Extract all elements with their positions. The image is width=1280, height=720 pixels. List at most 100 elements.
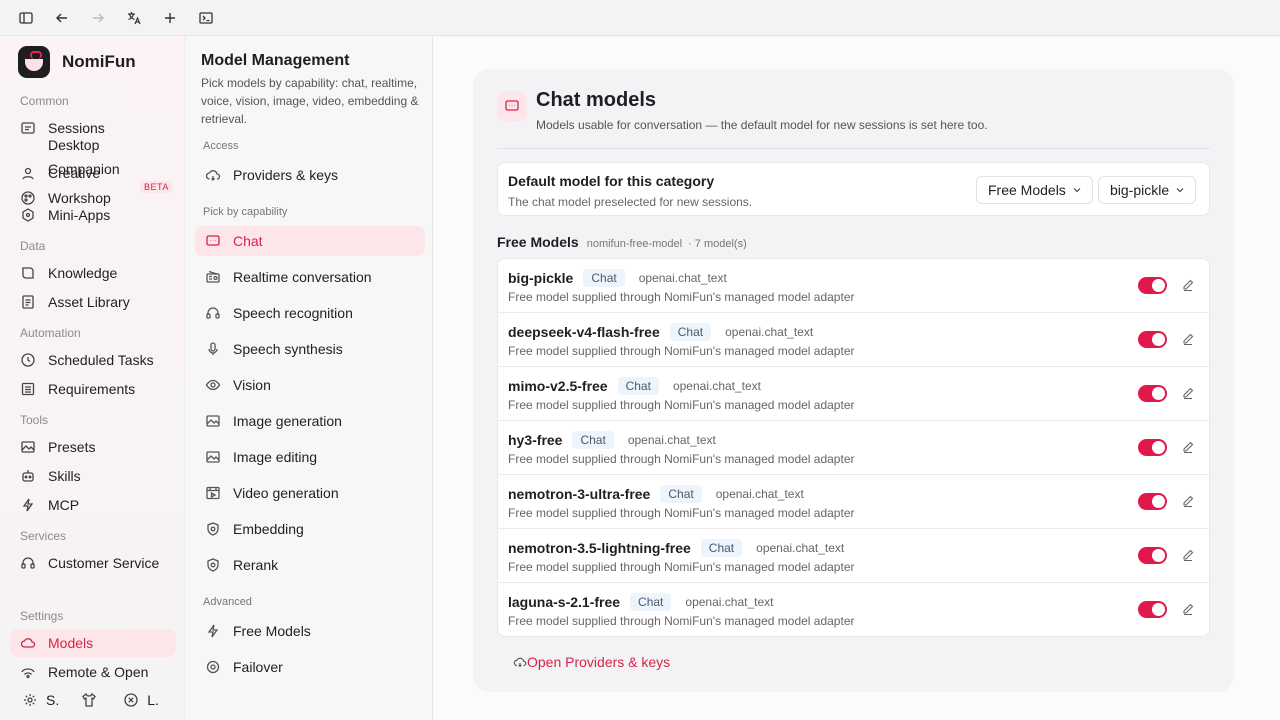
model-group-header: Free Models nomifun-free-model · 7 model… [497, 234, 747, 250]
model-name: big-pickle [508, 270, 574, 286]
pencil-edit-icon[interactable] [1181, 278, 1195, 292]
model-row: nemotron-3-ultra-free Chat openai.chat_tex… [498, 475, 1209, 529]
sidebar-item-models[interactable]: Models [10, 629, 176, 657]
model-name-line: big-pickle Chat openai.chat_text [508, 269, 727, 287]
nav-realtime[interactable]: Realtime conversation [205, 269, 372, 285]
sidebar-item-mcp[interactable]: MCP [20, 497, 79, 513]
model-name: deepseek-v4-flash-free [508, 324, 660, 340]
pencil-edit-icon[interactable] [1181, 548, 1195, 562]
model-management-panel: Model Management Pick models by capabili… [185, 37, 433, 720]
footer-label-l[interactable]: L. [147, 692, 159, 708]
sidebar-footer: S. L. [22, 692, 159, 708]
pencil-edit-icon[interactable] [1181, 602, 1195, 616]
cloud-sync-icon [513, 657, 527, 668]
sidebar-toggle-icon[interactable] [16, 8, 36, 28]
nav-image-generation[interactable]: Image generation [205, 413, 342, 429]
model-tag: Chat [669, 323, 712, 341]
section-settings: Settings [20, 609, 64, 623]
hexagon-icon [22, 208, 34, 222]
sidebar-item-workshop[interactable]: Workshop [20, 190, 111, 206]
model-name: hy3-free [508, 432, 563, 448]
model-row: big-pickle Chat openai.chat_text Free model… [498, 259, 1209, 313]
close-circle-icon[interactable] [123, 692, 139, 708]
nav-embedding[interactable]: Embedding [205, 521, 304, 537]
headset-icon [21, 557, 35, 569]
palette-icon [21, 191, 35, 205]
nav-speech-synthesis[interactable]: Speech synthesis [205, 341, 343, 357]
nav-label: Failover [233, 659, 283, 675]
sidebar-item-asset-library[interactable]: Asset Library [20, 294, 130, 310]
cloud-sync-icon [205, 170, 221, 181]
sidebar-item-companion[interactable]: Companion [48, 161, 120, 177]
settings-gear-icon[interactable] [22, 692, 38, 708]
sidebar-item-presets[interactable]: Presets [20, 439, 95, 455]
model-name-line: mimo-v2.5-free Chat openai.chat_text [508, 377, 761, 395]
document-icon [22, 295, 34, 309]
remote-icon [21, 668, 35, 679]
chat-bubble-icon [497, 91, 527, 121]
nav-label: Rerank [233, 557, 279, 573]
provider-select[interactable]: Free Models [976, 176, 1093, 204]
nav-video-generation[interactable]: Video generation [205, 485, 339, 501]
group-title: Free Models [497, 234, 579, 250]
sidebar-item-knowledge[interactable]: Knowledge [20, 265, 117, 281]
model-enabled-toggle[interactable] [1138, 439, 1167, 456]
nav-speech-recognition[interactable]: Speech recognition [205, 305, 353, 321]
model-select-value: big-pickle [1110, 182, 1170, 198]
nav-rerank[interactable]: Rerank [205, 557, 278, 573]
pencil-edit-icon[interactable] [1181, 494, 1195, 508]
model-description: Free model supplied through NomiFun's ma… [508, 452, 855, 466]
pencil-edit-icon[interactable] [1181, 386, 1195, 400]
model-enabled-toggle[interactable] [1138, 385, 1167, 402]
sidebar-item-customer-service[interactable]: Customer Service [20, 555, 159, 571]
model-name-line: laguna-s-2.1-free Chat openai.chat_text [508, 593, 773, 611]
model-select[interactable]: big-pickle [1098, 176, 1197, 204]
model-enabled-toggle[interactable] [1138, 547, 1167, 564]
sidebar-item-miniapps[interactable]: Mini-Apps [20, 207, 110, 223]
sidebar-item-requirements[interactable]: Requirements [20, 381, 135, 397]
sidebar-item-remote-open[interactable]: Remote & Open [20, 664, 148, 680]
model-list: big-pickle Chat openai.chat_text Free model… [497, 258, 1210, 637]
nav-image-editing[interactable]: Image editing [205, 449, 317, 465]
footer-label-s[interactable]: S. [46, 692, 59, 708]
terminal-icon[interactable] [196, 8, 216, 28]
nav-vision[interactable]: Vision [205, 377, 271, 393]
model-enabled-toggle[interactable] [1138, 601, 1167, 618]
sidebar-item-label: MCP [48, 497, 80, 513]
model-tag: Chat [572, 431, 614, 449]
nav-label: Speech recognition [233, 305, 353, 321]
chevron-down-icon [1176, 188, 1184, 193]
translate-icon[interactable] [124, 8, 144, 28]
chat-icon [206, 235, 220, 246]
sidebar-item-skills[interactable]: Skills [20, 468, 81, 484]
forward-arrow-icon[interactable] [88, 8, 108, 28]
sidebar-item-scheduled-tasks[interactable]: Scheduled Tasks [20, 352, 154, 368]
open-providers-link[interactable]: Open Providers & keys [513, 654, 670, 670]
eye-icon [205, 379, 221, 391]
sidebar-item-label: Asset Library [48, 294, 130, 310]
title-bar [0, 0, 1280, 36]
pencil-edit-icon[interactable] [1181, 332, 1195, 346]
sidebar-item-sessions[interactable]: Sessions [20, 120, 105, 136]
model-tag: Chat [660, 485, 702, 503]
nav-label: Video generation [233, 485, 339, 501]
sidebar-item-desktop[interactable]: Desktop [48, 137, 99, 153]
sidebar-item-label: Sessions [48, 120, 105, 136]
model-enabled-toggle[interactable] [1138, 331, 1167, 348]
model-protocol: openai.chat_text [627, 433, 716, 447]
model-tag: Chat [583, 269, 625, 287]
back-arrow-icon[interactable] [52, 8, 72, 28]
nav-chat[interactable]: Chat [195, 226, 425, 256]
sidebar-item-label: Skills [48, 468, 81, 484]
nav-free-models[interactable]: Free Models [205, 623, 311, 639]
nav-providers-keys[interactable]: Providers & keys [205, 167, 338, 183]
model-enabled-toggle[interactable] [1138, 493, 1167, 510]
shirt-icon[interactable] [81, 692, 97, 708]
nav-failover[interactable]: Failover [205, 659, 283, 675]
pencil-edit-icon[interactable] [1181, 440, 1195, 454]
model-description: Free model supplied through NomiFun's ma… [508, 344, 855, 358]
default-model-title: Default model for this category [508, 173, 715, 189]
new-tab-plus-icon[interactable] [160, 8, 180, 28]
model-enabled-toggle[interactable] [1138, 277, 1167, 294]
chat-models-card: Chat models Models usable for conversati… [473, 69, 1234, 692]
